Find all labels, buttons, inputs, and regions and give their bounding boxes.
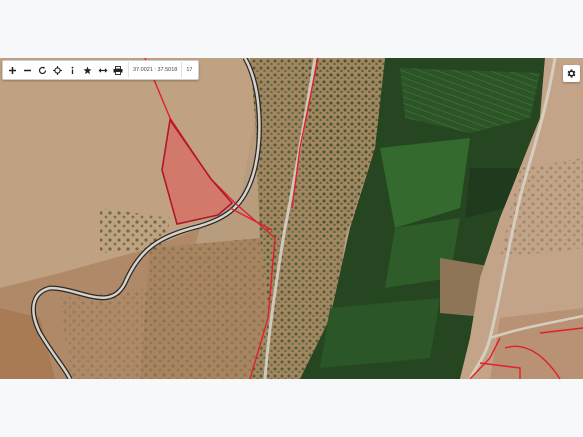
arrows-horizontal-icon bbox=[98, 67, 107, 73]
gear-icon bbox=[567, 69, 576, 78]
star-icon bbox=[83, 65, 92, 74]
zoom-level: 17 bbox=[181, 62, 196, 78]
zoom-out-button[interactable] bbox=[20, 62, 35, 78]
map-toolbar: 37.0021 : 37.5018 17 bbox=[2, 60, 200, 80]
refresh-button[interactable] bbox=[35, 62, 50, 78]
settings-button[interactable] bbox=[563, 65, 580, 82]
plus-icon bbox=[9, 66, 16, 74]
measure-button[interactable] bbox=[95, 62, 110, 78]
zoom-in-button[interactable] bbox=[5, 62, 20, 78]
favorite-button[interactable] bbox=[80, 62, 95, 78]
locate-button[interactable] bbox=[50, 62, 65, 78]
map-view[interactable] bbox=[0, 58, 583, 379]
satellite-imagery bbox=[0, 58, 583, 379]
printer-icon bbox=[113, 65, 122, 75]
info-button[interactable] bbox=[65, 62, 80, 78]
info-icon bbox=[71, 66, 74, 74]
refresh-icon bbox=[38, 66, 47, 74]
print-button[interactable] bbox=[110, 62, 125, 78]
minus-icon bbox=[24, 69, 31, 71]
crosshair-icon bbox=[53, 65, 62, 75]
coordinates-readout: 37.0021 : 37.5018 bbox=[128, 62, 181, 78]
